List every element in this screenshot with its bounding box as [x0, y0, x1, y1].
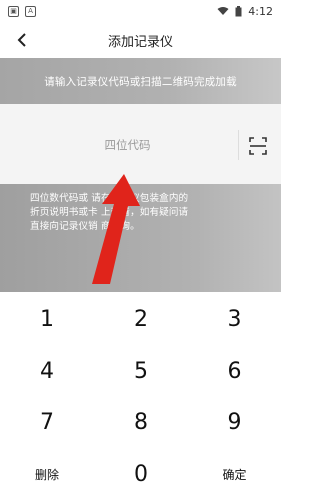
delete-key[interactable]: 删除	[0, 448, 94, 500]
key-9[interactable]: 9	[188, 396, 281, 448]
key-0[interactable]: 0	[94, 448, 188, 500]
key-1[interactable]: 1	[0, 292, 94, 346]
status-time: 4:12	[248, 4, 273, 18]
status-bar: ▣ A 4:12	[0, 0, 281, 22]
back-button[interactable]	[12, 30, 32, 50]
status-right: 4:12	[217, 5, 273, 18]
key-6[interactable]: 6	[188, 346, 281, 396]
key-7[interactable]: 7	[0, 396, 94, 448]
key-3[interactable]: 3	[188, 292, 281, 346]
chevron-left-icon	[17, 33, 26, 47]
key-5[interactable]: 5	[94, 346, 188, 396]
notification-app-icon: ▣	[8, 5, 19, 17]
code-input[interactable]	[20, 130, 235, 160]
hint-line-1: 四位数代码或 请在记录仪包装盒内的	[30, 193, 189, 204]
key-8[interactable]: 8	[94, 396, 188, 448]
confirm-key[interactable]: 确定	[188, 448, 281, 500]
key-2[interactable]: 2	[94, 292, 188, 346]
battery-icon	[235, 5, 242, 16]
scan-button[interactable]	[249, 137, 267, 155]
notification-app-icon: A	[25, 5, 36, 17]
hint-banner: 四位数代码或 请在记录仪包装盒内的 折页说明书或卡 上查看，如有疑问请 直接向记…	[0, 184, 281, 292]
hint-line-2: 折页说明书或卡 上查看，如有疑问请	[30, 207, 189, 218]
page-title: 添加记录仪	[107, 34, 173, 50]
input-divider	[238, 130, 239, 160]
instruction-banner: 请输入记录仪代码或扫描二维码完成加载	[0, 58, 281, 104]
code-input-area	[0, 104, 281, 184]
scan-icon	[249, 137, 267, 155]
app-header: 添加记录仪	[0, 22, 281, 58]
numeric-keypad: 1 2 3 4 5 6 7 8 9 删除 0 确定	[0, 292, 281, 500]
hint-line-3: 直接向记录仪销 商咨询。	[30, 221, 140, 232]
wifi-icon	[217, 7, 229, 15]
instruction-text: 请输入记录仪代码或扫描二维码完成加载	[44, 75, 237, 88]
key-4[interactable]: 4	[0, 346, 94, 396]
status-left: ▣ A	[8, 5, 36, 17]
